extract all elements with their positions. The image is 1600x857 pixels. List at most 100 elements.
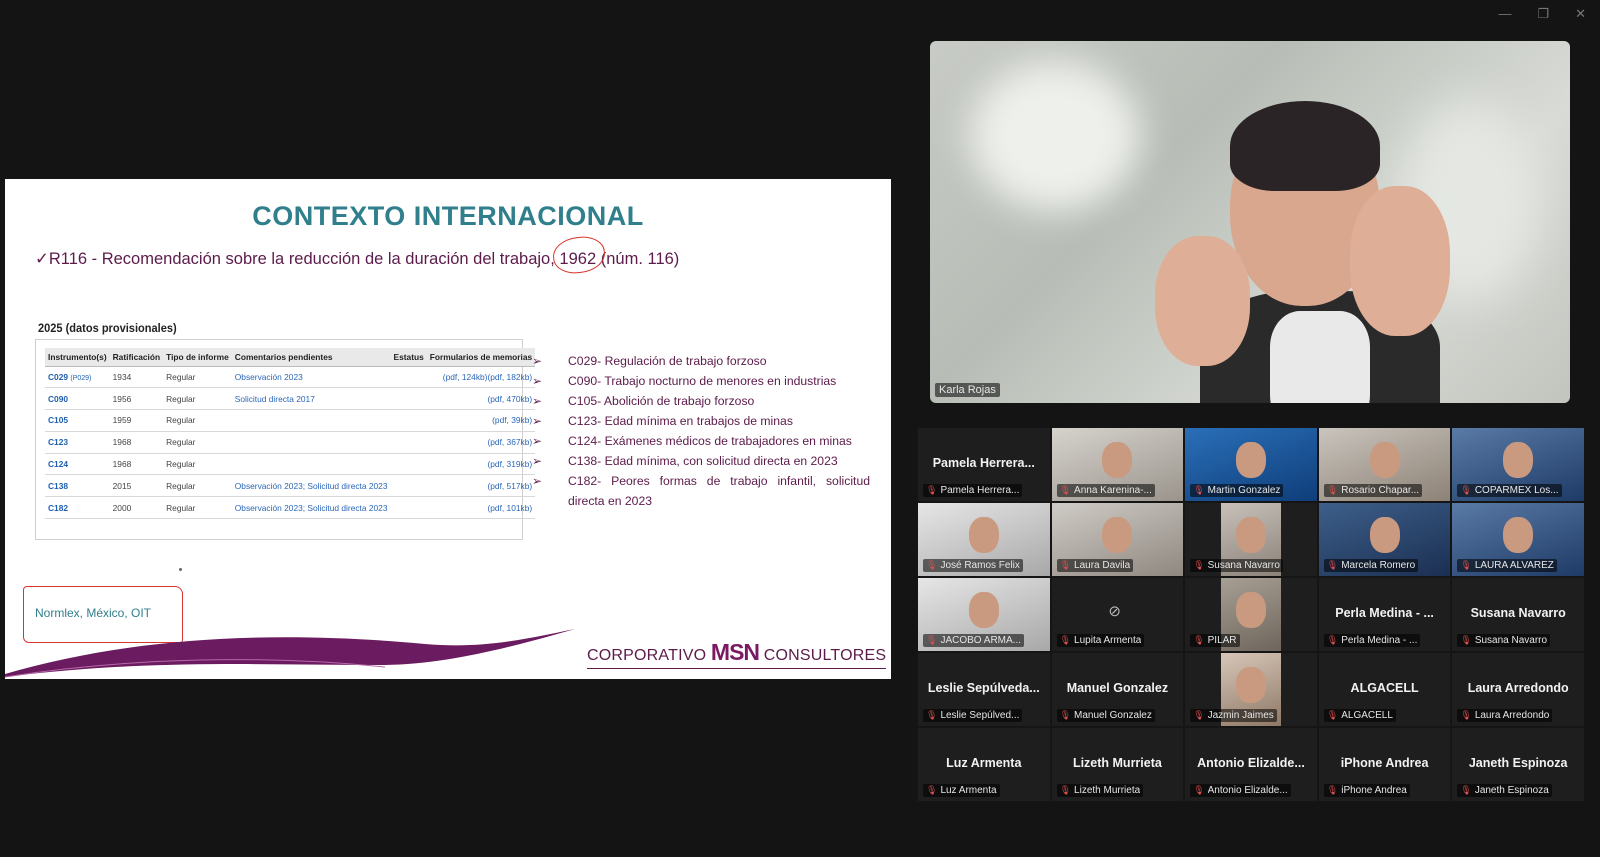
participant-display-name: Antonio Elizalde...	[1197, 756, 1305, 770]
participant-name: Luz Armenta	[940, 785, 997, 796]
pending-comments[interactable]: Observación 2023; Solicitud directa 2023	[231, 496, 391, 520]
speaker-video[interactable]: Karla Rojas	[930, 41, 1570, 403]
minimize-button[interactable]: —	[1498, 6, 1511, 22]
bullet-item: C138- Edad mínima, con solicitud directa…	[530, 451, 870, 471]
convention-code: C182	[48, 502, 69, 513]
participant-tile[interactable]: Perla Medina - ... 🎙 Perla Medina - ...	[1317, 577, 1452, 652]
mic-muted-icon: 🎙	[1059, 485, 1072, 495]
participant-tile[interactable]: Susana Navarro 🎙 Susana Navarro	[1451, 577, 1585, 652]
conventions-table: Instrumento(s) Ratificación Tipo de inform…	[45, 348, 536, 520]
report-forms-links[interactable]: (pdf, 101kb)	[426, 496, 536, 520]
pending-comments[interactable]	[231, 431, 391, 454]
convention-code-link[interactable]: C029 (P029)	[45, 366, 110, 389]
participant-display-name: Perla Medina - ...	[1335, 606, 1434, 620]
participant-name-label: 🎙 Janeth Espinoza	[1457, 784, 1552, 797]
participant-tile[interactable]: 🎙 JACOBO ARMA...	[917, 577, 1051, 652]
participant-display-name: Pamela Herrera...	[932, 456, 1035, 470]
participant-tile[interactable]: Janeth Espinoza 🎙 Janeth Espinoza	[1451, 727, 1585, 802]
participant-video	[1102, 442, 1133, 478]
speaker-name-label: Karla Rojas	[935, 383, 1000, 397]
ratification-year: 2015	[109, 474, 164, 498]
table-row: C182 2000 Regular Observación 2023; Solicit…	[45, 496, 536, 520]
table-row: C123 1968 Regular (pdf, 367kb)	[45, 431, 536, 454]
mic-muted-icon: 🎙	[1326, 785, 1339, 795]
convention-code: C123	[48, 437, 69, 448]
participant-name: ALGACELL	[1341, 710, 1393, 721]
conventions-table-box: Instrumento(s) Ratificación Tipo de inform…	[35, 339, 536, 540]
participant-name: iPhone Andrea	[1341, 785, 1407, 796]
ratification-year: 1956	[109, 387, 164, 411]
participant-tile[interactable]: Lizeth Murrieta 🎙 Lizeth Murrieta	[1050, 727, 1185, 802]
pending-comments[interactable]: Observación 2023; Solicitud directa 2023	[231, 474, 391, 498]
report-forms-links[interactable]: (pdf, 124kb)(pdf, 182kb)	[426, 366, 536, 389]
bullet-item: C090- Trabajo nocturno de menores en ind…	[530, 371, 870, 391]
participant-tile[interactable]: 🎙 Rosario Chapar...	[1317, 427, 1452, 502]
protocol-code[interactable]: (P029)	[70, 375, 91, 382]
participant-tile[interactable]: Pamela Herrera... 🎙 Pamela Herrera...	[917, 427, 1051, 502]
participant-name: Susana Navarro	[1474, 635, 1548, 646]
participant-name: Rosario Chapar...	[1341, 485, 1420, 496]
participant-tile[interactable]: 🎙 LAURA ALVAREZ	[1451, 502, 1585, 577]
mic-muted-icon: 🎙	[926, 485, 938, 495]
participant-tile[interactable]: 🎙 Martin Gonzalez	[1184, 427, 1318, 502]
convention-code-link[interactable]: C182	[45, 496, 110, 520]
participant-name-label: 🎙 Martin Gonzalez	[1190, 484, 1284, 497]
status-cell	[390, 474, 427, 498]
participant-display-name: Janeth Espinoza	[1468, 756, 1568, 770]
participant-tile[interactable]: 🎙 Jazmin Jaimes	[1184, 652, 1318, 727]
pending-comments[interactable]	[231, 453, 391, 476]
pending-comments[interactable]: Solicitud directa 2017	[231, 387, 391, 411]
participant-tile[interactable]: Luz Armenta 🎙 Luz Armenta	[917, 727, 1051, 802]
convention-code-link[interactable]: C090	[45, 387, 110, 411]
table-header-cell: Formularios de memorias	[426, 348, 536, 367]
convention-code-link[interactable]: C105	[45, 409, 110, 432]
status-cell	[390, 409, 427, 432]
report-forms-links[interactable]: (pdf, 470kb)	[426, 387, 536, 411]
restore-button[interactable]: ❐	[1537, 6, 1549, 22]
participant-tile[interactable]: 🎙 José Ramos Felix	[917, 502, 1051, 577]
participant-tile[interactable]: Manuel Gonzalez 🎙 Manuel Gonzalez	[1050, 652, 1185, 727]
participant-name-label: 🎙 LAURA ALVAREZ	[1457, 559, 1557, 572]
report-forms-links[interactable]: (pdf, 367kb)	[426, 431, 536, 454]
convention-code-link[interactable]: C123	[45, 431, 110, 454]
pending-comments[interactable]: Observación 2023	[231, 366, 391, 389]
participant-name: Lizeth Murrieta	[1074, 785, 1141, 796]
participant-tile[interactable]: 🎙 Laura Davila	[1050, 502, 1185, 577]
participant-name: Susana Navarro	[1207, 560, 1280, 571]
participant-name-label: 🎙 iPhone Andrea	[1323, 784, 1410, 797]
participant-tile[interactable]: 🎙 Susana Navarro	[1184, 502, 1318, 577]
participant-tile[interactable]: Leslie Sepúlveda... 🎙 Leslie Sepúlved...	[917, 652, 1051, 727]
mic-muted-icon: 🎙	[1059, 560, 1072, 570]
participant-tile[interactable]: 🎙 COPARMEX Los...	[1451, 427, 1585, 502]
participant-name: Anna Karenina-...	[1074, 485, 1152, 496]
participant-name-label: 🎙 Anna Karenina-...	[1056, 484, 1155, 497]
participant-tile[interactable]: 🎙 Marcela Romero	[1317, 502, 1452, 577]
participant-name: Marcela Romero	[1341, 560, 1416, 571]
participant-tile[interactable]: ALGACELL 🎙 ALGACELL	[1317, 652, 1452, 727]
mic-muted-icon: 🎙	[1326, 635, 1339, 645]
participant-tile[interactable]: Antonio Elizalde... 🎙 Antonio Elizalde...	[1184, 727, 1318, 802]
table-row: C124 1968 Regular (pdf, 319kb)	[45, 453, 536, 476]
close-button[interactable]: ✕	[1575, 6, 1586, 22]
convention-code-link[interactable]: C138	[45, 474, 110, 498]
participant-tile[interactable]: ⊘ 🎙 Lupita Armenta	[1050, 577, 1185, 652]
mic-muted-icon: 🎙	[1326, 485, 1339, 495]
pending-comments[interactable]	[231, 409, 391, 432]
participant-tile[interactable]: 🎙 PILAR	[1184, 577, 1318, 652]
participant-face	[1235, 592, 1266, 628]
report-forms-links[interactable]: (pdf, 319kb)	[426, 453, 536, 476]
report-type: Regular	[163, 453, 232, 476]
mic-muted-icon: 🎙	[1460, 710, 1472, 720]
participant-tile[interactable]: Laura Arredondo 🎙 Laura Arredondo	[1451, 652, 1585, 727]
convention-code-link[interactable]: C124	[45, 453, 110, 476]
participant-tile[interactable]: 🎙 Anna Karenina-...	[1050, 427, 1185, 502]
mic-muted-icon: 🎙	[1193, 710, 1205, 720]
report-forms-links[interactable]: (pdf, 39kb)	[426, 409, 536, 432]
mic-muted-icon: 🎙	[1193, 485, 1205, 495]
report-forms-links[interactable]: (pdf, 517kb)	[426, 474, 536, 498]
mic-muted-icon: 🎙	[926, 635, 938, 645]
participant-name-label: 🎙 Luz Armenta	[923, 784, 1000, 797]
participant-name: Manuel Gonzalez	[1074, 710, 1152, 721]
participant-display-name: Susana Navarro	[1470, 606, 1566, 620]
participant-tile[interactable]: iPhone Andrea 🎙 iPhone Andrea	[1317, 727, 1452, 802]
